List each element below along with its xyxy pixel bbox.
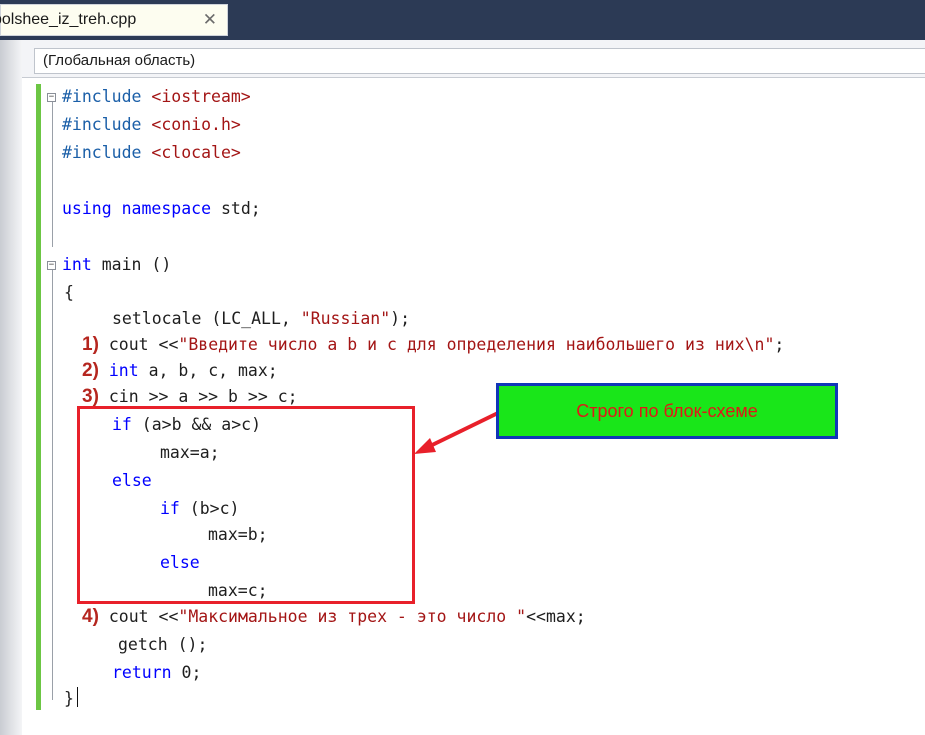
collapse-main-icon[interactable]: − bbox=[47, 261, 56, 270]
code-line: 2) int a, b, c, max; bbox=[82, 360, 278, 381]
file-tab[interactable]: bolshee_iz_treh.cpp ✕ bbox=[0, 4, 228, 36]
scope-bar: (Глобальная область) bbox=[22, 40, 925, 78]
code-line: #include <conio.h> bbox=[62, 115, 241, 134]
code-line: 4) cout <<"Максимальное из трех - это чи… bbox=[82, 606, 586, 627]
code-line: setlocale (LC_ALL, "Russian"); bbox=[112, 309, 411, 328]
slide-left-shadow bbox=[0, 0, 22, 735]
code-line: } bbox=[64, 689, 74, 708]
code-line: return 0; bbox=[112, 663, 202, 682]
change-tracking-bar bbox=[36, 84, 41, 710]
highlight-box bbox=[77, 406, 415, 604]
code-line: int main () bbox=[62, 255, 172, 274]
code-line: getch (); bbox=[118, 635, 208, 654]
close-tab-icon[interactable]: ✕ bbox=[203, 10, 217, 30]
outline-guide bbox=[52, 102, 53, 247]
callout-arrow bbox=[414, 410, 501, 454]
text-caret bbox=[77, 687, 78, 707]
scope-label: (Глобальная область) bbox=[43, 52, 196, 69]
collapse-includes-icon[interactable]: − bbox=[47, 93, 56, 102]
code-line: 1) cout <<"Введите число a b и c для опр… bbox=[82, 334, 785, 355]
code-line: #include <clocale> bbox=[62, 143, 241, 162]
callout-label: Строго по блок-схеме bbox=[496, 383, 838, 439]
file-tab-label: bolshee_iz_treh.cpp bbox=[0, 11, 137, 28]
code-line: using namespace std; bbox=[62, 199, 261, 218]
editor-tab-strip: bolshee_iz_treh.cpp ✕ bbox=[0, 0, 925, 40]
outline-guide bbox=[52, 270, 53, 700]
code-line: { bbox=[64, 283, 74, 302]
code-line: #include <iostream> bbox=[62, 87, 251, 106]
scope-dropdown[interactable]: (Глобальная область) bbox=[34, 48, 925, 74]
